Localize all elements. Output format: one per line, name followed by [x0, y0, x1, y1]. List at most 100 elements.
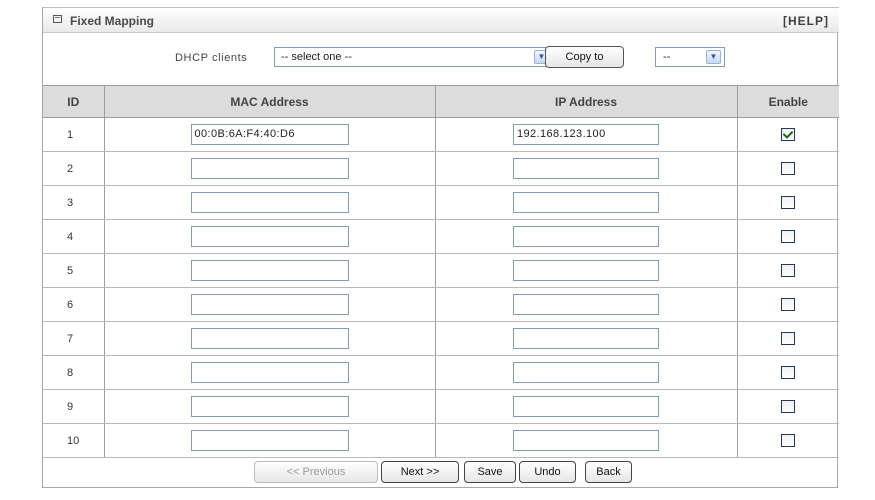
mac-address-input[interactable] [190, 396, 349, 417]
mac-cell [104, 185, 436, 220]
pagination-bar: << Previous Next >> Save Undo Back [43, 451, 839, 488]
save-button[interactable]: Save [464, 461, 516, 483]
back-button[interactable]: Back [585, 461, 632, 483]
row-id: 3 [43, 185, 105, 220]
dhcp-clients-row: DHCP clients -- select one -- ▼ Copy to … [43, 33, 839, 85]
column-header-mac: MAC Address [104, 85, 436, 118]
enable-cell [737, 355, 839, 390]
mac-cell [104, 219, 436, 254]
column-header-enable: Enable [737, 85, 839, 118]
mac-address-input[interactable] [190, 328, 349, 349]
row-id: 7 [43, 321, 105, 356]
row-id: 8 [43, 355, 105, 390]
table-row: 1 00:0B:6A:F4:40:D6 192.168.123.100 [43, 117, 839, 152]
ip-address-input[interactable] [513, 192, 659, 213]
copy-to-button[interactable]: Copy to [545, 46, 624, 68]
enable-cell [737, 117, 839, 152]
copy-target-select[interactable]: -- ▼ [655, 47, 725, 67]
mac-cell [104, 253, 436, 288]
table-row: 6 [43, 287, 839, 322]
mac-cell [104, 151, 436, 186]
ip-address-input[interactable] [513, 396, 659, 417]
dhcp-clients-select-value: -- select one -- [281, 51, 352, 63]
enable-checkbox[interactable] [781, 196, 796, 209]
dhcp-clients-select[interactable]: -- select one -- ▼ [274, 47, 552, 67]
mac-cell: 00:0B:6A:F4:40:D6 [104, 117, 436, 152]
mac-address-input[interactable]: 00:0B:6A:F4:40:D6 [190, 124, 349, 145]
enable-cell [737, 253, 839, 288]
mac-address-input[interactable] [190, 158, 349, 179]
ip-address-input[interactable] [513, 328, 659, 349]
enable-checkbox[interactable] [781, 230, 796, 243]
column-header-id: ID [43, 85, 105, 118]
enable-cell [737, 389, 839, 424]
mac-cell [104, 287, 436, 322]
row-id: 4 [43, 219, 105, 254]
ip-cell [435, 355, 738, 390]
ip-address-input[interactable] [513, 362, 659, 383]
ip-cell [435, 253, 738, 288]
enable-checkbox[interactable] [781, 434, 796, 447]
undo-button[interactable]: Undo [519, 461, 576, 483]
enable-cell [737, 151, 839, 186]
mac-address-input[interactable] [190, 294, 349, 315]
enable-cell [737, 321, 839, 356]
row-id: 5 [43, 253, 105, 288]
fixed-mapping-panel: Fixed Mapping [HELP] DHCP clients -- sel… [42, 7, 839, 488]
table-row: 9 [43, 389, 839, 424]
ip-cell [435, 389, 738, 424]
window-icon [53, 15, 62, 23]
ip-cell [435, 219, 738, 254]
mac-address-input[interactable] [190, 260, 349, 281]
row-id: 1 [43, 117, 105, 152]
chevron-down-icon[interactable]: ▼ [706, 50, 721, 64]
ip-address-input[interactable] [513, 294, 659, 315]
dhcp-clients-label: DHCP clients [175, 52, 248, 64]
table-row: 2 [43, 151, 839, 186]
ip-address-input[interactable] [513, 430, 659, 451]
mac-cell [104, 321, 436, 356]
mac-cell [104, 389, 436, 424]
table-row: 5 [43, 253, 839, 288]
enable-checkbox[interactable] [781, 298, 796, 311]
enable-checkbox[interactable] [781, 128, 796, 141]
help-link[interactable]: [HELP] [783, 14, 829, 28]
mapping-table: ID MAC Address IP Address Enable 1 00:0B:… [43, 85, 839, 458]
panel-title: Fixed Mapping [70, 14, 154, 28]
ip-cell [435, 321, 738, 356]
ip-cell [435, 287, 738, 322]
enable-checkbox[interactable] [781, 366, 796, 379]
row-id: 6 [43, 287, 105, 322]
ip-address-input[interactable] [513, 260, 659, 281]
ip-cell [435, 151, 738, 186]
enable-checkbox[interactable] [781, 332, 796, 345]
ip-address-input[interactable] [513, 158, 659, 179]
enable-cell [737, 287, 839, 322]
ip-cell: 192.168.123.100 [435, 117, 738, 152]
mac-cell [104, 355, 436, 390]
enable-checkbox[interactable] [781, 264, 796, 277]
mac-address-input[interactable] [190, 226, 349, 247]
enable-checkbox[interactable] [781, 162, 796, 175]
mac-address-input[interactable] [190, 192, 349, 213]
mac-address-input[interactable] [190, 430, 349, 451]
row-id: 9 [43, 389, 105, 424]
enable-cell [737, 185, 839, 220]
mac-address-input[interactable] [190, 362, 349, 383]
table-row: 3 [43, 185, 839, 220]
previous-button[interactable]: << Previous [254, 461, 378, 483]
table-row: 7 [43, 321, 839, 356]
row-id: 2 [43, 151, 105, 186]
ip-cell [435, 185, 738, 220]
panel-titlebar: Fixed Mapping [HELP] [43, 7, 839, 33]
enable-checkbox[interactable] [781, 400, 796, 413]
table-row: 4 [43, 219, 839, 254]
ip-address-input[interactable]: 192.168.123.100 [513, 124, 659, 145]
enable-cell [737, 219, 839, 254]
copy-target-select-value: -- [663, 51, 671, 63]
next-button[interactable]: Next >> [381, 461, 459, 483]
ip-address-input[interactable] [513, 226, 659, 247]
column-header-ip: IP Address [435, 85, 738, 118]
table-header-row: ID MAC Address IP Address Enable [43, 85, 839, 118]
table-row: 8 [43, 355, 839, 390]
